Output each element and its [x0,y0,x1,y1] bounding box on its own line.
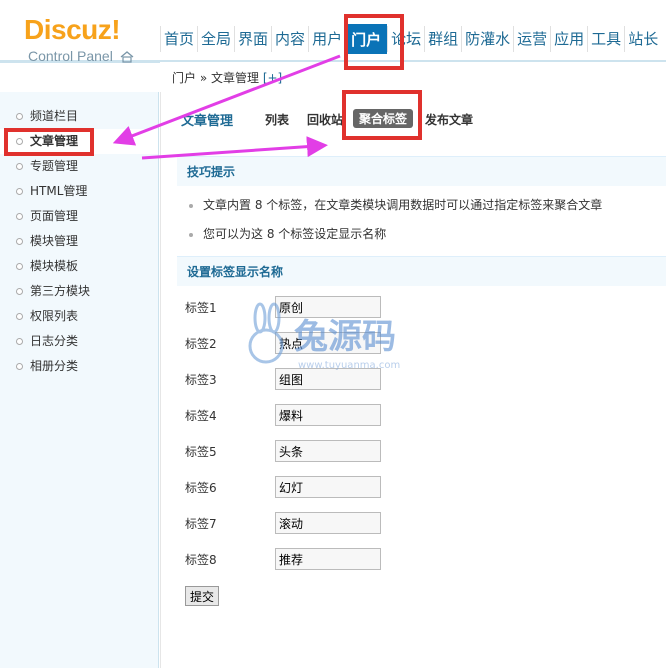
submit-button[interactable]: 提交 [185,586,220,606]
tag-name-input[interactable] [275,332,381,354]
nav-item[interactable]: 用户 [308,26,345,52]
bullet-dot-icon [189,203,193,208]
sidebar-item-label: 日志分类 [30,334,79,348]
nav-item[interactable]: 站长 [624,26,661,52]
sidebar-item[interactable]: 模块模板 [0,254,158,279]
sidebar-item-label: HTML管理 [30,184,88,198]
top-navigation: 首页 全局 界面 内容 用户 门户 论坛 群组 防灌水 运营 应用 工具 站长 [160,24,661,54]
tag-name-input[interactable] [275,296,381,318]
control-panel-subtitle: Control Panel [28,48,113,64]
tag-label: 标签4 [185,409,217,423]
bullet-dot-icon [16,163,23,170]
tag-label: 标签1 [185,301,217,315]
page-title: 文章管理 [181,114,234,129]
sidebar-item[interactable]: 相册分类 [0,354,158,379]
bullet-dot-icon [16,288,23,295]
tag-label: 标签6 [185,481,217,495]
add-link[interactable]: [+] [263,71,282,85]
sidebar-item-label: 模块模板 [30,259,79,273]
bullet-dot-icon [16,363,23,370]
breadcrumb-bar: 门户 » 文章管理 [+] [160,62,666,90]
nav-item[interactable]: 界面 [234,26,271,52]
sidebar-item[interactable]: 页面管理 [0,204,158,229]
form-heading: 设置标签显示名称 [177,256,666,286]
nav-item[interactable]: 防灌水 [461,26,513,52]
bullet-dot-icon [16,313,23,320]
tag-name-input[interactable] [275,440,381,462]
sidebar: 频道栏目文章管理专题管理 HTML管理 页面管理模块管理模块模板第三方模块权限列表日… [0,92,159,668]
main-content: 文章管理 列表 回收站 聚合标签 发布文章 技巧提示 文章内置 8 个标签，在文… [160,92,666,668]
bullet-dot-icon [16,263,23,270]
tag-name-input[interactable] [275,548,381,570]
bullet-dot-icon [16,213,23,220]
sidebar-item[interactable]: HTML管理 [0,179,158,204]
breadcrumb: 门户 » 文章管理 [+] [172,69,282,86]
home-icon[interactable] [120,51,134,63]
sidebar-item-label: 专题管理 [30,159,79,173]
tab-aggregate-tags[interactable]: 聚合标签 [353,109,414,128]
tag-name-input[interactable] [275,512,381,534]
sidebar-item[interactable]: 文章管理 [0,129,158,154]
nav-item[interactable]: 应用 [550,26,587,52]
sidebar-item-label: 频道栏目 [30,109,79,123]
nav-item[interactable]: 工具 [587,26,624,52]
sidebar-item[interactable]: 日志分类 [0,329,158,354]
sidebar-item-label: 权限列表 [30,309,79,323]
sidebar-item-label: 页面管理 [30,209,79,223]
nav-item[interactable]: 全局 [197,26,234,52]
tab-recycle-bin[interactable]: 回收站 [307,111,343,128]
sidebar-item[interactable]: 第三方模块 [0,279,158,304]
nav-item[interactable]: 群组 [424,26,461,52]
discuz-logo: Discuz! [24,14,121,45]
tag-name-input[interactable] [275,404,381,426]
tip-text: 您可以为这 8 个标签设定显示名称 [203,227,387,241]
nav-item[interactable]: 首页 [160,26,197,52]
bullet-dot-icon [189,232,193,237]
tag-label: 标签2 [185,337,217,351]
bullet-dot-icon [16,188,23,195]
tab-bar: 文章管理 列表 回收站 聚合标签 发布文章 [161,100,666,136]
nav-item[interactable]: 论坛 [387,26,424,52]
sidebar-item-label: 相册分类 [30,359,79,373]
bullet-dot-icon [16,113,23,120]
sidebar-item[interactable]: 专题管理 [0,154,158,179]
sidebar-item[interactable]: 频道栏目 [0,104,158,129]
header: Discuz! Control Panel 首页 全局 界面 内容 用户 门户 论坛 群组 防灌… [0,0,666,64]
nav-item[interactable]: 门户 [345,24,388,54]
sidebar-item-label: 第三方模块 [30,284,91,298]
tab-list[interactable]: 列表 [265,111,289,128]
bullet-dot-icon [16,238,23,245]
tab-publish-article[interactable]: 发布文章 [425,111,473,128]
tag-label: 标签7 [185,517,217,531]
sidebar-item[interactable]: 模块管理 [0,229,158,254]
tip-text: 文章内置 8 个标签，在文章类模块调用数据时可以通过指定标签来聚合文章 [203,198,603,212]
nav-item[interactable]: 内容 [271,26,308,52]
bullet-dot-icon [16,138,23,145]
tag-label: 标签3 [185,373,217,387]
tag-label: 标签8 [185,553,217,567]
tag-label: 标签5 [185,445,217,459]
bullet-dot-icon [16,338,23,345]
tip-line: 您可以为这 8 个标签设定显示名称 [189,225,386,242]
tag-name-input[interactable] [275,476,381,498]
tip-line: 文章内置 8 个标签，在文章类模块调用数据时可以通过指定标签来聚合文章 [189,196,602,213]
sidebar-menu: 频道栏目文章管理专题管理 HTML管理 页面管理模块管理模块模板第三方模块权限列表日… [0,104,158,379]
sidebar-item-label: 文章管理 [30,134,79,148]
sidebar-item[interactable]: 权限列表 [0,304,158,329]
sidebar-item-label: 模块管理 [30,234,79,248]
tips-heading: 技巧提示 [177,156,666,186]
breadcrumb-path: 门户 » 文章管理 [172,71,259,85]
tag-name-input[interactable] [275,368,381,390]
nav-item[interactable]: 运营 [513,26,550,52]
